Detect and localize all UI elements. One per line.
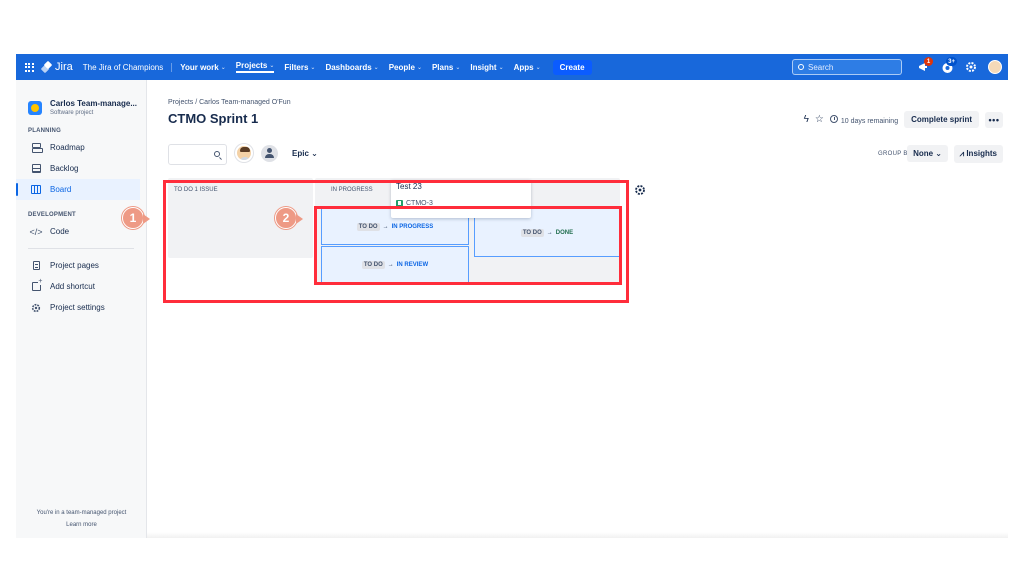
- nav-people[interactable]: People ⌄: [389, 63, 422, 72]
- chevron-down-icon: ⌄: [416, 64, 422, 71]
- notifications-button[interactable]: 1: [912, 56, 934, 78]
- epic-filter[interactable]: Epic ⌄: [292, 149, 318, 158]
- chevron-down-icon: ⌄: [311, 149, 318, 158]
- clock-icon: [829, 114, 838, 123]
- learn-more-link[interactable]: Learn more: [16, 522, 147, 528]
- insights-button[interactable]: ⩘ Insights: [953, 145, 1003, 163]
- add-people-icon[interactable]: [261, 145, 278, 162]
- chevron-down-icon: ⌄: [535, 64, 541, 71]
- board-icon: [31, 185, 41, 195]
- nav-right: Search 1 3+: [792, 54, 1008, 80]
- annotation-marker-1: 1: [122, 207, 144, 229]
- highlight-drop-zones: [314, 206, 622, 285]
- scroll-shadow: [147, 532, 1008, 538]
- nav-insight[interactable]: Insight ⌄: [470, 63, 503, 72]
- sidebar-item-label: Add shortcut: [50, 282, 95, 291]
- sprint-time-remaining: 10 days remaining: [829, 114, 898, 125]
- chevron-down-icon: ⌄: [373, 64, 379, 71]
- search-icon: [214, 151, 220, 157]
- help-button[interactable]: 3+: [936, 56, 958, 78]
- code-icon: </>: [29, 226, 43, 237]
- help-badge: 3+: [946, 57, 957, 66]
- top-nav: Jira The Jira of Champions Your work ⌄ Pr…: [16, 54, 1008, 80]
- gear-icon[interactable]: [634, 184, 646, 196]
- avatar[interactable]: [235, 144, 253, 162]
- chevron-down-icon: ⌄: [935, 149, 942, 158]
- profile-button[interactable]: [984, 56, 1006, 78]
- sidebar-divider: [28, 248, 134, 249]
- project-type: Software project: [50, 110, 94, 116]
- main-content: Projects / Carlos Team-managed O'Fun CTM…: [122, 80, 1008, 538]
- sidebar-item-project-settings[interactable]: Project settings: [16, 297, 146, 318]
- search-placeholder: Search: [808, 62, 834, 72]
- board-search-input[interactable]: [168, 144, 227, 165]
- jira-logo[interactable]: Jira: [42, 61, 73, 73]
- marker-pointer: [296, 214, 303, 224]
- backlog-icon: [31, 164, 41, 174]
- chevron-down-icon: ⌄: [498, 64, 504, 71]
- add-shortcut-icon: [31, 278, 43, 292]
- search-input[interactable]: Search: [792, 59, 902, 75]
- sidebar-item-label: Project settings: [50, 303, 105, 312]
- page-title: CTMO Sprint 1: [168, 111, 259, 126]
- sidebar-item-label: Board: [50, 185, 72, 194]
- roadmap-icon: [31, 142, 43, 153]
- marker-pointer: [143, 214, 150, 224]
- jira-logo-icon: [42, 62, 52, 72]
- nav-apps[interactable]: Apps ⌄: [514, 63, 541, 72]
- star-icon[interactable]: ☆: [815, 114, 824, 125]
- notifications-badge: 1: [924, 57, 933, 66]
- group-by-dropdown[interactable]: None ⌄: [907, 145, 948, 162]
- chevron-down-icon: ⌄: [220, 64, 226, 71]
- project-name: Carlos Team-manage...: [50, 99, 137, 108]
- board-filter-bar: Epic ⌄ GROUP BY None ⌄ ⩘ Insights: [168, 144, 1008, 165]
- sidebar-item-label: Project pages: [50, 261, 99, 270]
- sidebar-item-label: Code: [50, 227, 70, 236]
- gear-icon: [31, 303, 41, 313]
- section-planning: PLANNING: [28, 128, 61, 134]
- chevron-down-icon: ⌄: [310, 64, 316, 71]
- sidebar: Carlos Team-manage... Software project P…: [16, 80, 147, 538]
- jira-window: Jira The Jira of Champions Your work ⌄ Pr…: [16, 54, 1008, 538]
- annotation-marker-2: 2: [275, 207, 297, 229]
- site-title[interactable]: The Jira of Champions: [83, 62, 173, 72]
- lightning-icon[interactable]: ϟ: [804, 114, 809, 125]
- nav-filters[interactable]: Filters ⌄: [284, 63, 315, 72]
- chart-icon: ⩘: [959, 149, 965, 158]
- project-header[interactable]: Carlos Team-manage... Software project: [16, 80, 146, 116]
- project-avatar-icon: [28, 101, 42, 115]
- header-actions: ϟ ☆ 10 days remaining Complete sprint ••…: [804, 111, 1003, 128]
- create-button[interactable]: Create: [552, 59, 592, 75]
- nav-projects[interactable]: Projects ⌄: [235, 61, 275, 73]
- sidebar-item-roadmap[interactable]: Roadmap: [16, 137, 146, 158]
- chevron-down-icon: ⌄: [455, 64, 461, 71]
- nav-dashboards[interactable]: Dashboards ⌄: [325, 63, 378, 72]
- jira-logo-text: Jira: [55, 61, 73, 73]
- sidebar-item-backlog[interactable]: Backlog: [16, 158, 146, 179]
- nav-plans[interactable]: Plans ⌄: [432, 63, 460, 72]
- sidebar-item-project-pages[interactable]: Project pages: [16, 255, 146, 276]
- nav-your-work[interactable]: Your work ⌄: [180, 63, 226, 72]
- breadcrumb[interactable]: Projects / Carlos Team-managed O'Fun: [168, 99, 291, 106]
- page-icon: [31, 261, 41, 271]
- gear-icon: [966, 62, 976, 72]
- chevron-down-icon: ⌄: [269, 63, 275, 69]
- search-icon: [798, 64, 804, 70]
- complete-sprint-button[interactable]: Complete sprint: [904, 111, 979, 128]
- app-switcher-icon[interactable]: [16, 54, 42, 80]
- sidebar-item-label: Backlog: [50, 164, 79, 173]
- sidebar-item-label: Roadmap: [50, 143, 85, 152]
- sidebar-item-add-shortcut[interactable]: Add shortcut: [16, 276, 146, 297]
- sidebar-item-board[interactable]: Board: [16, 179, 140, 200]
- avatar: [988, 60, 1002, 74]
- settings-button[interactable]: [960, 56, 982, 78]
- sidebar-footer: You're in a team-managed project Learn m…: [16, 510, 147, 528]
- more-actions-button[interactable]: •••: [985, 111, 1003, 128]
- team-managed-note: You're in a team-managed project: [36, 510, 127, 516]
